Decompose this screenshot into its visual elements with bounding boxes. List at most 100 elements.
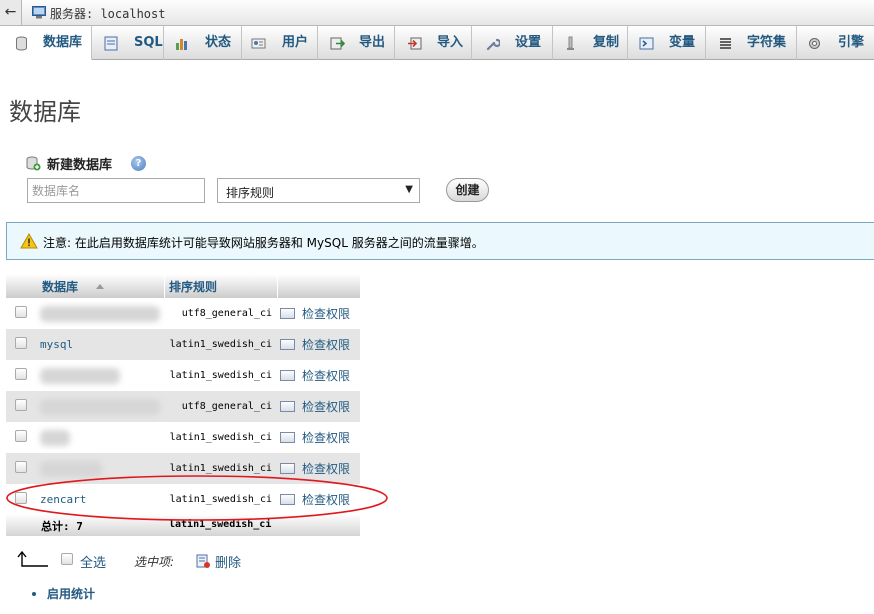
check-privileges-icon[interactable] [280, 432, 295, 443]
check-privileges-link[interactable]: 检查权限 [302, 398, 350, 415]
redacted-database-name[interactable] [40, 399, 160, 415]
check-privileges-link[interactable]: 检查权限 [302, 491, 350, 508]
tab-label: 用户 [282, 35, 309, 50]
database-name-link[interactable]: mysql [40, 338, 73, 351]
row-collation: latin1_swedish_ci [169, 494, 272, 505]
sort-ascending-icon [96, 284, 104, 289]
check-privileges-icon[interactable] [280, 339, 295, 350]
sql-icon [104, 36, 118, 51]
row-checkbox[interactable] [15, 368, 27, 380]
tab-label: 导出 [359, 35, 386, 50]
database-name-input[interactable] [27, 178, 205, 203]
check-privileges-link[interactable]: 检查权限 [302, 429, 350, 446]
new-database-heading: 新建数据库 [47, 158, 113, 173]
tab-export[interactable]: 导出 [318, 26, 395, 60]
redacted-database-name[interactable] [40, 430, 70, 446]
delete-selected-link[interactable]: 删除 [215, 552, 241, 571]
row-collation: utf8_general_ci [181, 401, 272, 412]
tab-status[interactable]: 状态 [164, 26, 242, 60]
redacted-database-name[interactable] [40, 306, 160, 322]
database-icon [16, 36, 27, 51]
table-total-row: 总计: 7 latin1_swedish_ci [6, 514, 360, 536]
tab-sql[interactable]: SQL [92, 26, 164, 60]
table-row: utf8_general_ci 检查权限 [6, 298, 360, 329]
tab-databases[interactable]: 数据库 [0, 26, 92, 60]
tab-variables[interactable]: 变量 [628, 26, 706, 60]
tab-label: 数据库 [43, 35, 83, 50]
row-checkbox[interactable] [15, 461, 27, 473]
notice-banner: 注意: 在此启用数据库统计可能导致网站服务器和 MySQL 服务器之间的流量骤增… [6, 222, 874, 260]
check-privileges-icon[interactable] [280, 494, 295, 505]
engine-icon [809, 38, 820, 49]
server-label[interactable]: 服务器: localhost [50, 5, 165, 22]
collation-select[interactable]: 排序规则 ▼ [217, 178, 420, 203]
redacted-database-name[interactable] [40, 461, 102, 477]
export-icon [330, 37, 345, 50]
main-tab-bar: 数据库 SQL 状态 用户 导出 导入 设置 复制 变量 字符集 引擎 [0, 26, 874, 60]
check-privileges-icon[interactable] [280, 308, 295, 319]
table-row: zencart latin1_swedish_ci 检查权限 [6, 484, 360, 515]
total-count: 总计: 7 [41, 520, 83, 533]
tab-label: 复制 [593, 35, 620, 50]
tab-settings[interactable]: 设置 [472, 26, 553, 60]
with-selected-label: 选中项: [134, 555, 175, 569]
enable-statistics-link[interactable]: 启用统计 [47, 585, 95, 602]
collation-select-value: 排序规则 [226, 186, 275, 200]
check-privileges-link[interactable]: 检查权限 [302, 305, 350, 322]
column-header-collation[interactable]: 排序规则 [169, 278, 217, 295]
help-icon[interactable]: ? [131, 156, 146, 171]
select-all-checkbox[interactable] [61, 553, 73, 565]
chevron-down-icon: ▼ [405, 184, 413, 195]
row-collation: latin1_swedish_ci [169, 339, 272, 350]
users-icon [251, 38, 266, 49]
tab-charsets[interactable]: 字符集 [706, 26, 797, 60]
tab-label: 字符集 [747, 35, 787, 50]
tab-engines[interactable]: 引擎 [797, 26, 874, 60]
tab-import[interactable]: 导入 [395, 26, 472, 60]
server-icon [32, 6, 46, 19]
tab-label: 状态 [205, 35, 232, 50]
column-header-database[interactable]: 数据库 [42, 278, 78, 295]
row-checkbox[interactable] [15, 430, 27, 442]
check-privileges-icon[interactable] [280, 370, 295, 381]
redacted-database-name[interactable] [40, 368, 120, 384]
tab-replication[interactable]: 复制 [553, 26, 628, 60]
select-arrow-icon [17, 551, 48, 567]
warning-icon [20, 233, 38, 249]
database-name-link[interactable]: zencart [40, 493, 86, 506]
replication-icon [567, 36, 574, 50]
tab-label: SQL [134, 35, 163, 50]
tab-users[interactable]: 用户 [242, 26, 318, 60]
wrench-icon [486, 38, 500, 51]
import-icon [408, 37, 422, 50]
variables-icon [639, 37, 654, 50]
table-row: utf8_general_ci 检查权限 [6, 391, 360, 422]
row-checkbox[interactable] [15, 399, 27, 411]
row-collation: latin1_swedish_ci [169, 432, 272, 443]
server-breadcrumb-bar: ← 服务器: localhost [0, 0, 874, 26]
check-privileges-link[interactable]: 检查权限 [302, 336, 350, 353]
new-database-icon [26, 156, 41, 171]
charset-icon [720, 38, 731, 49]
total-collation: latin1_swedish_ci [169, 519, 272, 530]
row-checkbox[interactable] [15, 306, 27, 318]
list-bullet [32, 592, 36, 596]
tab-label: 设置 [515, 35, 542, 50]
row-checkbox[interactable] [15, 337, 27, 349]
notice-text: 注意: 在此启用数据库统计可能导致网站服务器和 MySQL 服务器之间的流量骤增… [43, 236, 484, 250]
check-privileges-link[interactable]: 检查权限 [302, 460, 350, 477]
check-privileges-link[interactable]: 检查权限 [302, 367, 350, 384]
delete-icon[interactable] [196, 554, 210, 568]
row-collation: utf8_general_ci [181, 308, 272, 319]
select-all-label[interactable]: 全选 [80, 552, 106, 571]
back-arrow-button[interactable]: ← [0, 0, 22, 25]
table-row: latin1_swedish_ci 检查权限 [6, 453, 360, 484]
check-privileges-icon[interactable] [280, 463, 295, 474]
table-row: mysql latin1_swedish_ci 检查权限 [6, 329, 360, 360]
table-row: latin1_swedish_ci 检查权限 [6, 422, 360, 453]
create-database-button[interactable]: 创建 [446, 178, 489, 202]
tab-label: 导入 [437, 35, 464, 50]
row-checkbox[interactable] [15, 492, 27, 504]
tab-label: 变量 [669, 35, 696, 50]
check-privileges-icon[interactable] [280, 401, 295, 412]
